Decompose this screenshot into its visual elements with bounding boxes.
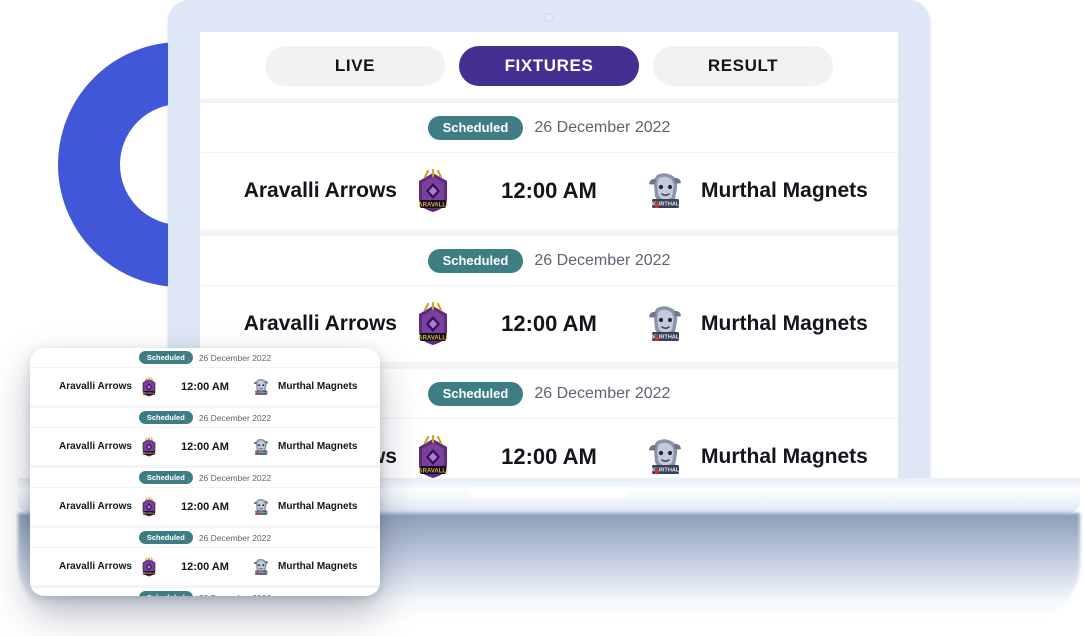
away-team: Murthal Magnets: [643, 302, 898, 346]
match-kickoff-time: 12:00 AM: [181, 560, 229, 573]
away-team-name: Murthal Magnets: [278, 441, 358, 452]
mini-match-card[interactable]: Scheduled 26 December 2022 Aravalli Arro…: [30, 465, 380, 525]
home-team-name: Aravalli Arrows: [243, 312, 397, 335]
mini-match-header: Scheduled 26 December 2022: [30, 528, 380, 548]
mini-match-header: Scheduled 26 December 2022: [30, 408, 380, 428]
murthal-magnets-logo-icon: [253, 498, 269, 515]
away-team: Murthal Magnets: [643, 169, 898, 213]
home-team-name: Aravalli Arrows: [59, 381, 132, 392]
match-kickoff-time: 12:00 AM: [181, 440, 229, 453]
match-header: Scheduled 26 December 2022: [200, 236, 898, 286]
murthal-magnets-logo-icon: [253, 438, 269, 455]
mini-match-header: Scheduled 26 December 2022: [30, 468, 380, 488]
aravalli-arrows-logo-icon: [417, 169, 450, 213]
mini-match-card[interactable]: Scheduled 26 December 2022: [30, 585, 380, 596]
away-team: Murthal Magnets: [643, 435, 898, 479]
mini-match-card[interactable]: Scheduled 26 December 2022 Aravalli Arro…: [30, 405, 380, 465]
home-team: Aravalli Arrows: [31, 496, 159, 517]
match-date: 26 December 2022: [198, 352, 272, 363]
match-date: 26 December 2022: [198, 532, 272, 543]
aravalli-arrows-logo-icon: [417, 435, 450, 479]
away-team: Murthal Magnets: [251, 437, 379, 457]
match-date: 26 December 2022: [198, 472, 272, 483]
murthal-magnets-logo-icon: [648, 305, 682, 342]
match-kickoff-time: 12:00 AM: [181, 500, 229, 513]
webcam-icon: [544, 13, 554, 22]
away-team-name: Murthal Magnets: [278, 561, 358, 572]
home-team: Aravalli Arrows: [31, 436, 159, 457]
mini-match-card[interactable]: Scheduled 26 December 2022 Aravalli Arro…: [30, 525, 380, 585]
away-team-name: Murthal Magnets: [278, 501, 358, 512]
mini-match-card[interactable]: Scheduled 26 December 2022 Aravalli Arro…: [30, 348, 380, 405]
murthal-magnets-logo-icon: [648, 172, 682, 209]
match-kickoff-time: 12:00 AM: [501, 178, 597, 203]
home-team: Aravalli Arrows: [200, 302, 455, 346]
aravalli-arrows-logo-icon: [417, 302, 450, 346]
match-card[interactable]: Scheduled 26 December 2022 Aravalli Arro…: [200, 103, 898, 229]
home-team: Aravalli Arrows: [31, 376, 159, 397]
match-date: 26 December 2022: [534, 251, 671, 269]
status-badge: Scheduled: [138, 590, 193, 596]
away-team-name: Murthal Magnets: [701, 445, 868, 468]
tab-live[interactable]: LIVE: [265, 45, 445, 86]
match-filter-tabbar: LIVE FIXTURES RESULT: [200, 32, 898, 103]
match-date: 26 December 2022: [198, 412, 272, 423]
status-badge: Scheduled: [138, 410, 193, 425]
match-header: Scheduled 26 December 2022: [200, 103, 898, 153]
floating-fixtures-card: Scheduled 26 December 2022 Aravalli Arro…: [30, 348, 380, 596]
status-badge: Scheduled: [427, 115, 524, 140]
away-team-name: Murthal Magnets: [701, 312, 868, 335]
mini-match-teams-row: Aravalli Arrows 12:00 AM Murthal Magnets: [30, 488, 380, 525]
away-team-name: Murthal Magnets: [701, 179, 868, 202]
match-teams-row: Aravalli Arrows 12:00 AM Murthal Magnets: [200, 153, 898, 229]
aravalli-arrows-logo-icon: [141, 556, 157, 577]
home-team-name: Aravalli Arrows: [243, 179, 397, 202]
home-team: Aravalli Arrows: [31, 556, 159, 577]
aravalli-arrows-logo-icon: [141, 376, 157, 397]
home-team-name: Aravalli Arrows: [59, 441, 132, 452]
mini-match-teams-row: Aravalli Arrows 12:00 AM Murthal Magnets: [30, 368, 380, 405]
aravalli-arrows-logo-icon: [141, 496, 157, 517]
laptop-deck-notch: [469, 487, 629, 498]
match-kickoff-time: 12:00 AM: [501, 311, 597, 336]
status-badge: Scheduled: [427, 381, 524, 406]
mini-match-teams-row: Aravalli Arrows 12:00 AM Murthal Magnets: [30, 428, 380, 465]
home-team: Aravalli Arrows: [200, 169, 455, 213]
away-team-name: Murthal Magnets: [278, 381, 358, 392]
murthal-magnets-logo-icon: [253, 558, 269, 575]
away-team: Murthal Magnets: [251, 377, 379, 397]
home-team-name: Aravalli Arrows: [59, 561, 132, 572]
home-team-name: Aravalli Arrows: [59, 501, 132, 512]
status-badge: Scheduled: [427, 248, 524, 273]
tab-result[interactable]: RESULT: [653, 45, 833, 86]
away-team: Murthal Magnets: [251, 557, 379, 577]
match-card[interactable]: Scheduled 26 December 2022 Aravalli Arro…: [200, 229, 898, 362]
tab-fixtures[interactable]: FIXTURES: [459, 45, 639, 86]
murthal-magnets-logo-icon: [253, 378, 269, 395]
status-badge: Scheduled: [138, 530, 193, 545]
match-date: 26 December 2022: [199, 593, 271, 597]
screenshot-stage: LIVE FIXTURES RESULT Scheduled 26 Decemb…: [0, 0, 1085, 636]
status-badge: Scheduled: [138, 470, 193, 485]
match-date: 26 December 2022: [534, 384, 671, 402]
mini-match-header: Scheduled 26 December 2022: [30, 588, 380, 596]
mini-match-teams-row: Aravalli Arrows 12:00 AM Murthal Magnets: [30, 548, 380, 585]
status-badge: Scheduled: [138, 350, 193, 365]
match-kickoff-time: 12:00 AM: [181, 380, 229, 393]
away-team: Murthal Magnets: [251, 497, 379, 517]
mini-match-header: Scheduled 26 December 2022: [30, 348, 380, 368]
match-kickoff-time: 12:00 AM: [501, 444, 597, 469]
murthal-magnets-logo-icon: [648, 438, 682, 475]
match-date: 26 December 2022: [534, 118, 671, 136]
aravalli-arrows-logo-icon: [141, 436, 157, 457]
